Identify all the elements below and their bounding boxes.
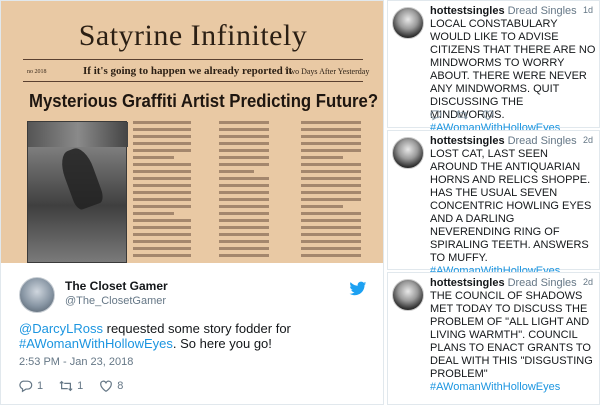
newspaper-date: no 2018 [27,69,47,75]
tweet-body: @DarcyLRoss requested some story fodder … [19,321,359,351]
avatar[interactable] [19,277,55,313]
masthead-rule-top [23,59,363,60]
tweet-time[interactable]: 1d [583,5,593,15]
photo-figure [56,144,106,212]
tweet-actions [430,109,494,121]
newspaper-headline: Mysterious Graffiti Artist Predicting Fu… [29,91,379,111]
author-handle[interactable]: @The_ClosetGamer [65,295,166,307]
tweet-body: LOST CAT, LAST SEEN AROUND THE ANTIQUARI… [430,148,598,278]
retweet-icon [59,380,73,392]
photo-rooftop [28,122,128,147]
newspaper-column-text [301,121,361,263]
reply-button[interactable]: 1 [19,379,43,393]
tweet-time[interactable]: 2d [583,277,593,287]
tweet-author-name[interactable]: hottestsingles Dread Singles [430,5,577,17]
author-name[interactable]: The Closet Gamer [65,279,168,293]
reply-count: 1 [37,380,44,392]
display-name: Dread Singles [507,135,577,147]
tweet-time[interactable]: 2d [583,135,593,145]
tweet-author-name[interactable]: hottestsingles Dread Singles [430,135,577,147]
retweet-button[interactable]: 1 [59,379,83,393]
masthead-rule-bottom [23,81,363,82]
side-tweet[interactable]: hottestsingles Dread Singles 2d LOST CAT,… [387,130,600,277]
tweet-text: THE COUNCIL OF SHADOWS MET TODAY TO DISC… [430,290,593,380]
newspaper-column-text [219,121,269,263]
reply-icon[interactable] [430,109,442,121]
tweet-timestamp[interactable]: 2:53 PM - Jan 23, 2018 [19,356,133,368]
newspaper-photo [27,121,128,263]
newspaper-edition: Two Days After Yesterday [285,67,370,76]
tweet-actions: 1 1 8 [19,377,219,395]
tweet-text-mid: requested some story fodder for [103,321,291,336]
heart-icon[interactable] [482,109,494,121]
avatar[interactable] [392,279,424,311]
retweet-icon[interactable] [456,109,468,121]
tweet-author-name[interactable]: hottestsingles Dread Singles [430,277,577,289]
newspaper-image[interactable]: Satyrine Infinitely no 2018 If it's goin… [1,1,383,263]
newspaper-column-text [133,121,191,263]
tweet-text-end: . So here you go! [172,336,272,351]
side-tweet[interactable]: hottestsingles Dread Singles 1d LOCAL CON… [387,0,600,134]
reply-icon [19,380,33,393]
avatar[interactable] [392,137,424,169]
hashtag-link[interactable]: #AWomanWithHollowEyes [19,336,173,351]
like-button[interactable]: 8 [99,379,123,393]
author-name[interactable]: hottestsingles [430,277,505,289]
avatar[interactable] [392,7,424,39]
newspaper-tagline: If it's going to happen we already repor… [83,65,293,77]
twitter-bird-icon[interactable] [349,281,367,297]
like-count: 8 [117,380,124,392]
tweet-text: LOCAL CONSTABULARY WOULD LIKE TO ADVISE … [430,18,596,121]
mention-link[interactable]: @DarcyLRoss [19,321,103,336]
hashtag-link[interactable]: #AWomanWithHollowEyes [430,381,560,393]
heart-icon [100,380,113,392]
tweet-text: LOST CAT, LAST SEEN AROUND THE ANTIQUARI… [430,148,592,264]
author-name[interactable]: hottestsingles [430,135,505,147]
author-name[interactable]: hottestsingles [430,5,505,17]
tweet-author: The Closet Gamer @The_ClosetGamer [19,275,369,315]
display-name: Dread Singles [507,277,577,289]
newspaper-masthead: Satyrine Infinitely [78,19,308,52]
retweet-count: 1 [77,380,84,392]
display-name: Dread Singles [507,5,577,17]
tweet-body: THE COUNCIL OF SHADOWS MET TODAY TO DISC… [430,290,598,394]
main-tweet-card[interactable]: Satyrine Infinitely no 2018 If it's goin… [0,0,384,405]
side-tweet[interactable]: hottestsingles Dread Singles 2d THE COUNC… [387,272,600,405]
